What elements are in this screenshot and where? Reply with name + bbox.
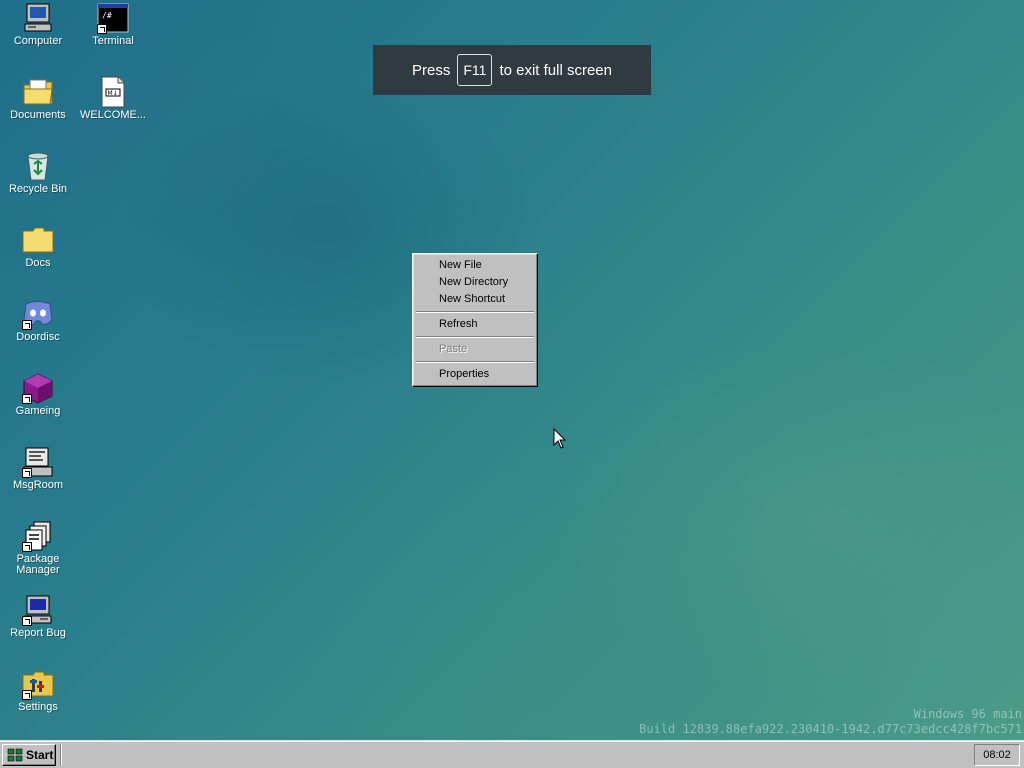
msgroom-icon: [22, 446, 54, 478]
start-logo-icon: [7, 748, 23, 762]
menu-separator: [416, 311, 534, 313]
shortcut-arrow-icon: [22, 468, 32, 478]
recycle-bin-icon: [22, 150, 54, 182]
watermark-line-1: Windows 96 main: [913, 707, 1022, 721]
desktop[interactable]: Computer /# Terminal Documents M↓ WELCOM…: [0, 0, 1024, 740]
menu-item-properties[interactable]: Properties: [415, 366, 535, 383]
desktop-icon-gameing[interactable]: Gameing: [1, 372, 75, 417]
terminal-icon: /#: [97, 2, 129, 34]
shortcut-arrow-icon: [22, 690, 32, 700]
svg-text:M↓: M↓: [108, 90, 118, 97]
desktop-icon-label: Documents: [10, 109, 66, 121]
menu-separator: [416, 336, 534, 338]
shortcut-arrow-icon: [22, 320, 32, 330]
shortcut-arrow-icon: [22, 542, 32, 552]
desktop-icon-computer[interactable]: Computer: [1, 2, 75, 47]
f11-key-hint: F11: [457, 54, 493, 86]
desktop-icon-label: Docs: [25, 257, 51, 269]
fullscreen-notice-suffix: to exit full screen: [499, 61, 612, 79]
mouse-cursor-icon: [553, 428, 567, 449]
desktop-icon-doordisc[interactable]: Doordisc: [1, 298, 75, 343]
menu-item-new-shortcut[interactable]: New Shortcut: [415, 291, 535, 308]
shortcut-arrow-icon: [97, 24, 107, 34]
desktop-icon-report-bug[interactable]: Report Bug: [1, 594, 75, 639]
fullscreen-notice-prefix: Press: [412, 61, 451, 79]
folder-icon: [22, 224, 54, 256]
computer-icon: [22, 2, 54, 34]
desktop-context-menu: New File New Directory New Shortcut Refr…: [412, 253, 538, 387]
taskbar-clock[interactable]: 08:02: [974, 744, 1020, 766]
desktop-icon-msgroom[interactable]: MsgRoom: [1, 446, 75, 491]
desktop-icon-label: Settings: [18, 701, 58, 713]
svg-text:/#: /#: [102, 11, 112, 20]
package-manager-icon: [22, 520, 54, 552]
documents-folder-icon: [22, 76, 54, 108]
taskbar-separator: [60, 744, 62, 766]
desktop-icon-label: WELCOME...: [79, 109, 146, 121]
desktop-icon-package-manager[interactable]: Package Manager: [1, 520, 75, 576]
desktop-icon-welcome[interactable]: M↓ WELCOME...: [76, 76, 150, 121]
desktop-icon-label: Report Bug: [10, 627, 66, 639]
desktop-icon-label: Gameing: [15, 405, 61, 417]
desktop-icon-label: Computer: [13, 35, 63, 47]
menu-item-refresh[interactable]: Refresh: [415, 316, 535, 333]
menu-item-new-directory[interactable]: New Directory: [415, 274, 535, 291]
menu-item-new-file[interactable]: New File: [415, 257, 535, 274]
desktop-icon-label: Terminal: [92, 35, 134, 47]
menu-separator: [416, 361, 534, 363]
gameing-cube-icon: [22, 372, 54, 404]
desktop-icon-settings[interactable]: Settings: [1, 668, 75, 713]
doordisc-icon: [22, 298, 54, 330]
shortcut-arrow-icon: [22, 394, 32, 404]
desktop-icon-label: Package Manager: [16, 553, 60, 576]
report-bug-computer-icon: [22, 594, 54, 626]
settings-folder-icon: [22, 668, 54, 700]
menu-item-paste: Paste: [439, 343, 468, 355]
desktop-icon-label: Recycle Bin: [8, 183, 68, 195]
markdown-file-icon: M↓: [97, 76, 129, 108]
desktop-icon-label: Doordisc: [16, 331, 60, 343]
desktop-icon-label: MsgRoom: [12, 479, 64, 491]
desktop-icon-terminal[interactable]: /# Terminal: [76, 2, 150, 47]
start-button[interactable]: Start: [2, 744, 56, 766]
watermark-line-2: Build 12839.88efa922.230410-1942.d77c73e…: [639, 722, 1022, 736]
build-watermark: Windows 96 main Build 12839.88efa922.230…: [639, 707, 1022, 737]
desktop-icon-docs[interactable]: Docs: [1, 224, 75, 269]
desktop-icon-documents[interactable]: Documents: [1, 76, 75, 121]
fullscreen-notice: Press F11 to exit full screen: [373, 45, 651, 95]
shortcut-arrow-icon: [22, 616, 32, 626]
desktop-icon-recycle-bin[interactable]: Recycle Bin: [1, 150, 75, 195]
taskbar: Start 08:02: [0, 740, 1024, 768]
start-label: Start: [26, 748, 54, 762]
